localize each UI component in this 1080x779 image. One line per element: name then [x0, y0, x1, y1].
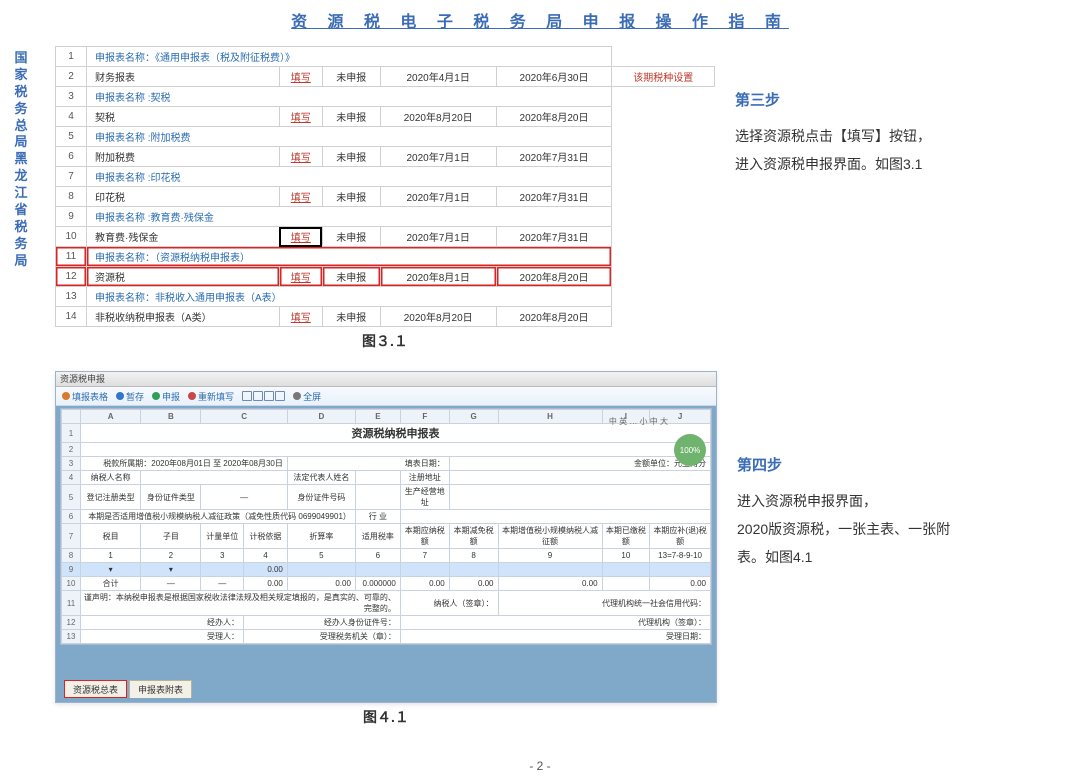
- tax-name: 教育费·残保金: [87, 227, 280, 247]
- toolbar-reset[interactable]: 重新填写: [188, 390, 234, 403]
- table-row: 8印花税填写未申报2020年7月1日2020年7月31日: [56, 187, 715, 207]
- fill-button[interactable]: 填写: [279, 107, 322, 127]
- figure-3-1-caption: 图３.１: [362, 331, 408, 351]
- figure-4-1-screenshot: 资源税申报 填报表格 暂存 申报 重新填写 全屏 ABCDEFGHIJ: [55, 371, 717, 703]
- period-start: 2020年7月1日: [380, 147, 496, 167]
- toolbar-nav[interactable]: [242, 391, 285, 401]
- fill-button[interactable]: 填写: [279, 187, 322, 207]
- step-4-line3: 表。如图4.1: [737, 543, 950, 571]
- selected-row[interactable]: 9▾▾0.00: [62, 563, 711, 577]
- step-3-text: 第三步 选择资源税点击【填写】按钮， 进入资源税申报界面。如图3.1: [735, 86, 931, 178]
- table-row: 7申报表名称 :印花税: [56, 167, 715, 187]
- step-3-heading: 第三步: [735, 86, 931, 116]
- status-cell: 未申报: [322, 147, 380, 167]
- status-cell: 未申报: [322, 227, 380, 247]
- status-cell: 未申报: [322, 187, 380, 207]
- tax-name: 非税收纳税申报表（A类）: [87, 307, 280, 327]
- tax-name: 印花税: [87, 187, 280, 207]
- status-cell: 未申报: [322, 107, 380, 127]
- period-start: 2020年7月1日: [380, 227, 496, 247]
- section-header-link[interactable]: 申报表名称 :契税: [87, 87, 612, 107]
- tax-name: 资源税: [87, 267, 280, 287]
- ui-hint: 中 英 … 小 中 大: [598, 416, 668, 427]
- step-4-text: 第四步 进入资源税申报界面， 2020版资源税，一张主表、一张附 表。如图4.1: [737, 451, 950, 571]
- fill-button[interactable]: 填写: [279, 227, 322, 247]
- org-vertical-label: 国家税务总局黑龙江省税务局: [12, 50, 30, 270]
- period-start: 2020年8月20日: [380, 307, 496, 327]
- table-row: 11申报表名称：（资源税纳税申报表）: [56, 247, 715, 267]
- toolbar-refresh[interactable]: 填报表格: [62, 390, 108, 403]
- period-start: 2020年8月1日: [380, 267, 496, 287]
- period-end: 2020年8月20日: [496, 307, 612, 327]
- section-header-link[interactable]: 申报表名称：非税收入通用申报表（A表）: [87, 287, 612, 307]
- table-row: 12资源税填写未申报2020年8月1日2020年8月20日: [56, 267, 715, 287]
- period-start: 2020年8月20日: [380, 107, 496, 127]
- period-end: 2020年7月31日: [496, 147, 612, 167]
- period-end: 2020年8月20日: [496, 267, 612, 287]
- period-start: 2020年7月1日: [380, 187, 496, 207]
- status-cell: 未申报: [322, 67, 380, 87]
- section-header-link[interactable]: 申报表名称 :教育费·残保金: [87, 207, 612, 227]
- tab-main-sheet[interactable]: 资源税总表: [64, 680, 127, 698]
- period-end: 2020年8月20日: [496, 107, 612, 127]
- period-start: 2020年4月1日: [380, 67, 496, 87]
- step-3-line1: 选择资源税点击【填写】按钮，: [735, 122, 931, 150]
- period-end: 2020年6月30日: [496, 67, 612, 87]
- section-header-link[interactable]: 申报表名称：《通用申报表（税及附征税费）》: [87, 47, 612, 67]
- fill-button[interactable]: 填写: [279, 267, 322, 287]
- table-row: 2财务报表填写未申报2020年4月1日2020年6月30日该期税种设置: [56, 67, 715, 87]
- table-row: 3申报表名称 :契税: [56, 87, 715, 107]
- fill-button[interactable]: 填写: [279, 67, 322, 87]
- section-header-link[interactable]: 申报表名称 :附加税费: [87, 127, 612, 147]
- toolbar-save[interactable]: 暂存: [116, 390, 144, 403]
- status-cell: 未申报: [322, 307, 380, 327]
- step-4-line2: 2020版资源税，一张主表、一张附: [737, 515, 950, 543]
- step-3-line2: 进入资源税申报界面。如图3.1: [735, 150, 931, 178]
- table-row: 4契税填写未申报2020年8月20日2020年8月20日: [56, 107, 715, 127]
- page-title: 资 源 税 电 子 税 务 局 申 报 操 作 指 南: [0, 8, 1080, 32]
- toolbar-submit[interactable]: 申报: [152, 390, 180, 403]
- tax-name: 契税: [87, 107, 280, 127]
- tax-name: 财务报表: [87, 67, 280, 87]
- toolbar: 填报表格 暂存 申报 重新填写 全屏: [56, 387, 716, 406]
- toolbar-zoom[interactable]: 全屏: [293, 390, 321, 403]
- spreadsheet: ABCDEFGHIJ 1资源税纳税申报表 2 3 税款所属期：2020年08月0…: [60, 408, 712, 645]
- table-row: 9申报表名称 :教育费·残保金: [56, 207, 715, 227]
- note-cell: 该期税种设置: [612, 67, 715, 87]
- page-number: - 2 -: [0, 759, 1080, 773]
- table-row: 5申报表名称 :附加税费: [56, 127, 715, 147]
- status-cell: 未申报: [322, 267, 380, 287]
- figure-4-1-caption: 图４.１: [363, 707, 409, 727]
- step-4-heading: 第四步: [737, 451, 950, 481]
- tab-attachment-sheet[interactable]: 申报表附表: [129, 680, 192, 698]
- step-4-line1: 进入资源税申报界面，: [737, 487, 950, 515]
- section-header-link[interactable]: 申报表名称 :印花税: [87, 167, 612, 187]
- fill-button[interactable]: 填写: [279, 147, 322, 167]
- period-end: 2020年7月31日: [496, 227, 612, 247]
- table-row: 1申报表名称：《通用申报表（税及附征税费）》: [56, 47, 715, 67]
- progress-badge: 100%: [674, 434, 706, 466]
- table-row: 10教育费·残保金填写未申报2020年7月1日2020年7月31日: [56, 227, 715, 247]
- window-titlebar: 资源税申报: [56, 372, 716, 387]
- section-header-link[interactable]: 申报表名称：（资源税纳税申报表）: [87, 247, 612, 267]
- table-row: 13申报表名称：非税收入通用申报表（A表）: [56, 287, 715, 307]
- figure-3-1-table: 1申报表名称：《通用申报表（税及附征税费）》2财务报表填写未申报2020年4月1…: [55, 46, 715, 327]
- period-end: 2020年7月31日: [496, 187, 612, 207]
- tax-name: 附加税费: [87, 147, 280, 167]
- fill-button[interactable]: 填写: [279, 307, 322, 327]
- table-row: 6附加税费填写未申报2020年7月1日2020年7月31日: [56, 147, 715, 167]
- table-row: 14非税收纳税申报表（A类）填写未申报2020年8月20日2020年8月20日: [56, 307, 715, 327]
